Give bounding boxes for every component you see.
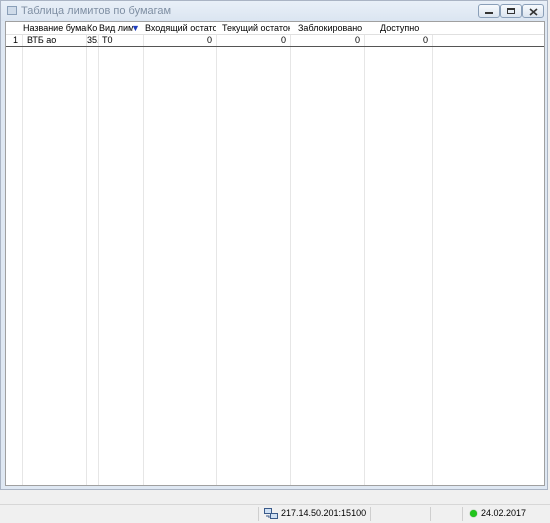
grid-line [432, 22, 433, 485]
minimize-button[interactable] [478, 4, 500, 18]
column-header-security-name[interactable]: Название бумаги [23, 22, 87, 34]
grid-line [22, 22, 23, 485]
column-header-blocked[interactable]: Заблокировано [298, 22, 364, 34]
close-button[interactable] [522, 4, 544, 18]
limits-table-window: Таблица лимитов по бумагам Название бума… [0, 0, 548, 490]
status-bar-upper [0, 491, 550, 505]
column-header-available[interactable]: Доступно [380, 22, 432, 34]
status-separator [462, 507, 463, 521]
grid-line [143, 22, 144, 485]
table-row[interactable]: 1 ВТБ ао 35. T0 0 0 0 0 [6, 34, 544, 47]
sort-descending-icon: ▼ [131, 23, 140, 33]
cell-security-name: ВТБ ао [27, 35, 57, 45]
status-separator [258, 507, 259, 521]
limits-grid[interactable]: Название бумаги Ко Вид лим ▼ Входящий ос… [5, 21, 545, 486]
cell-blocked: 0 [354, 35, 360, 45]
network-connection-icon [264, 508, 279, 523]
session-date: 24.02.2017 [481, 508, 527, 518]
cell-current-balance: 0 [280, 35, 286, 45]
cell-limit-type: T0 [102, 35, 113, 45]
title-bar[interactable]: Таблица лимитов по бумагам [1, 1, 547, 21]
table-icon [7, 6, 17, 15]
connection-status-icon [470, 510, 477, 517]
cell-incoming-balance: 0 [206, 35, 212, 45]
grid-line [98, 22, 99, 485]
column-header-limit-type[interactable]: Вид лим [99, 22, 133, 34]
column-header-current-balance[interactable]: Текущий остаток [222, 22, 290, 34]
status-bar: 217.14.50.201:15100 24.02.2017 [0, 491, 550, 523]
row-index: 1 [13, 35, 19, 45]
status-separator [370, 507, 371, 521]
grid-line [86, 22, 87, 485]
minimize-icon [485, 12, 493, 14]
status-bar-lower: 217.14.50.201:15100 24.02.2017 [0, 505, 550, 523]
maximize-button[interactable] [500, 4, 522, 18]
close-icon [529, 8, 538, 16]
server-address: 217.14.50.201:15100 [281, 508, 367, 518]
cell-available: 0 [422, 35, 428, 45]
grid-line [290, 22, 291, 485]
grid-line [364, 22, 365, 485]
cell-code: 35. [87, 35, 98, 45]
maximize-icon [507, 8, 515, 14]
window-title: Таблица лимитов по бумагам [21, 5, 172, 17]
column-header-incoming-balance[interactable]: Входящий остаток [145, 22, 216, 34]
column-header-code[interactable]: Ко [87, 22, 98, 34]
grid-line [216, 22, 217, 485]
status-separator [430, 507, 431, 521]
